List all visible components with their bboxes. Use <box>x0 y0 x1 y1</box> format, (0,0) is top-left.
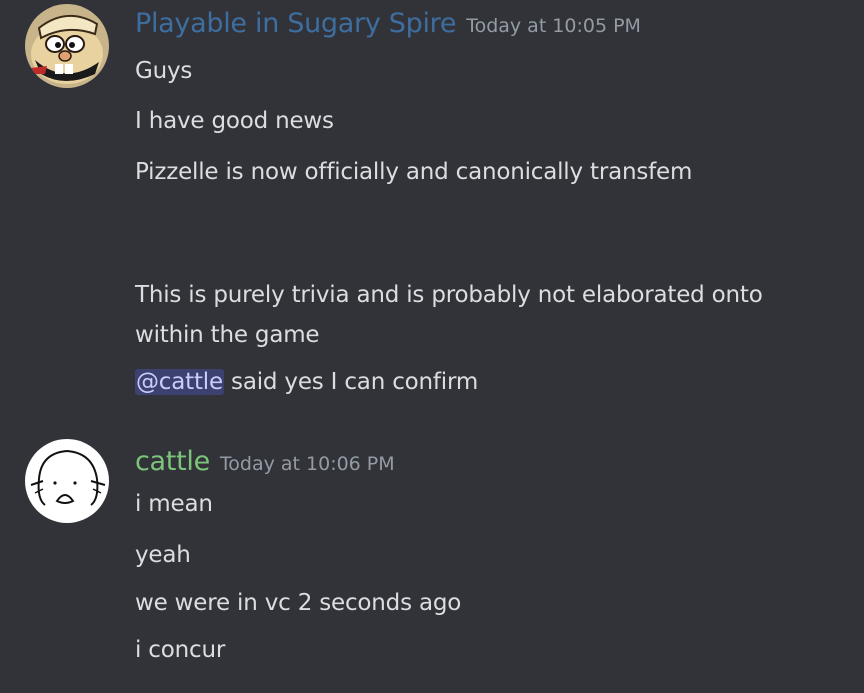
message-text: @cattle said yes I can confirm <box>135 367 478 397</box>
timestamp: Today at 10:05 PM <box>466 15 641 37</box>
message-text: This is purely trivia and is probably no… <box>135 282 763 308</box>
timestamp: Today at 10:06 PM <box>219 453 395 475</box>
username[interactable]: cattle <box>135 446 210 477</box>
message-text: i concur <box>135 637 226 663</box>
message-text: i mean <box>135 491 213 517</box>
username[interactable]: Playable in Sugary Spire <box>135 8 456 39</box>
message-text: yeah <box>135 542 191 568</box>
message-text-tail: said yes I can confirm <box>223 369 479 395</box>
avatar[interactable] <box>25 4 109 88</box>
message-text: we were in vc 2 seconds ago <box>135 590 462 616</box>
message-header: Playable in Sugary Spire Today at 10:05 P… <box>135 8 641 39</box>
message-header: cattle Today at 10:06 PM <box>135 446 395 477</box>
cartoon-chef-avatar-icon <box>25 4 109 88</box>
user-mention[interactable]: @cattle <box>135 369 224 395</box>
avatar[interactable] <box>25 439 109 523</box>
message-text: I have good news <box>135 108 334 134</box>
sketch-face-avatar-icon <box>25 439 109 523</box>
message-text: Guys <box>135 58 193 84</box>
message-text: within the game <box>135 322 320 348</box>
message-text: Pizzelle is now officially and canonical… <box>135 159 693 185</box>
